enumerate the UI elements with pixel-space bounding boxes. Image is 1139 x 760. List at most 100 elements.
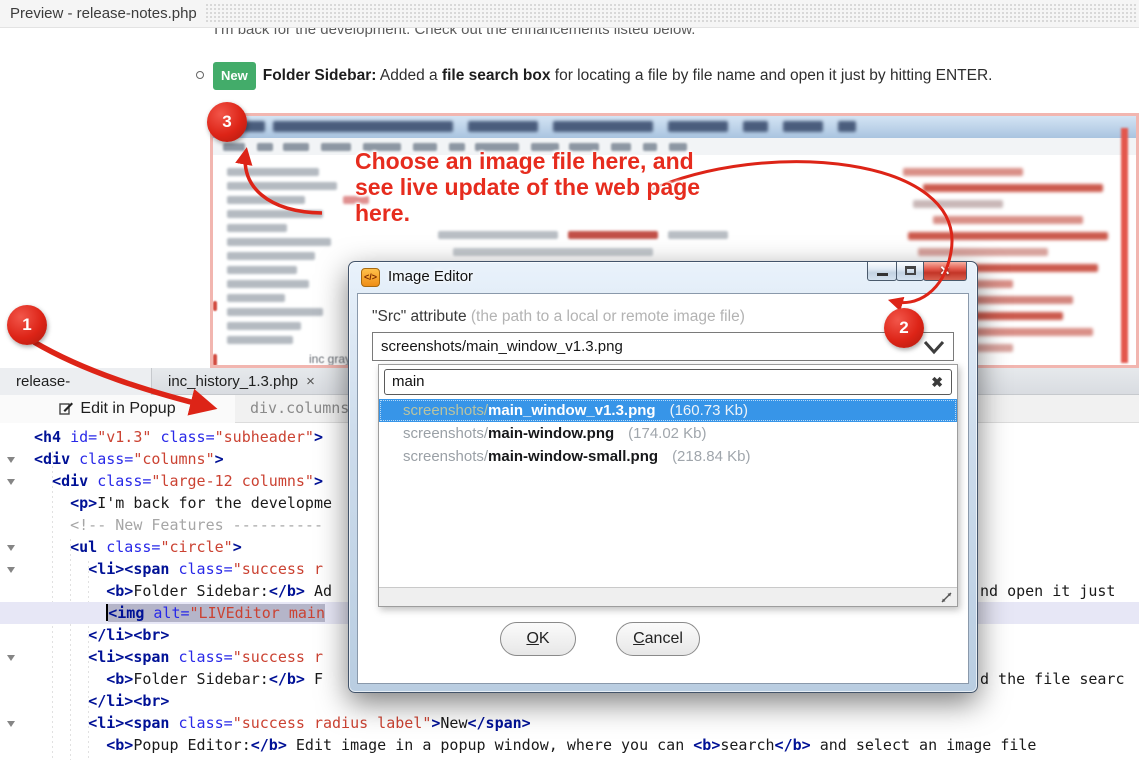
blur-chunk (273, 121, 453, 132)
blur-chunk (227, 294, 285, 302)
preview-intro-text: I'm back for the development. Check out … (214, 28, 696, 38)
fold-marker-icon[interactable] (7, 655, 15, 661)
fold-marker-icon[interactable] (7, 545, 15, 551)
gutter (0, 602, 30, 624)
blur-chunk (321, 143, 351, 151)
panel-resize-bar[interactable] (379, 587, 957, 606)
blur-chunk (908, 232, 1108, 240)
file-list-item[interactable]: screenshots/main_window_v1.3.png (160.73 … (379, 399, 957, 422)
minimize-button[interactable] (867, 262, 897, 281)
blur-chunk (225, 121, 265, 132)
feature-highlight: file search box (441, 67, 551, 84)
blur-chunk (227, 322, 301, 330)
resize-diagonal-icon (941, 592, 952, 603)
file-list: screenshots/main_window_v1.3.png (160.73 … (379, 399, 957, 587)
blur-chunk (933, 216, 1083, 224)
fold-marker-icon[interactable] (7, 567, 15, 573)
breadcrumb-item[interactable]: div.columns (250, 399, 349, 417)
list-bullet-icon (196, 71, 204, 79)
blur-chunk (363, 143, 401, 151)
blur-chunk (668, 121, 728, 132)
blur-chunk (227, 308, 323, 316)
minimize-icon (877, 273, 888, 276)
gutter (0, 624, 30, 646)
blur-chunk (227, 336, 293, 344)
src-combobox[interactable]: screenshots/main_window_v1.3.png (372, 332, 954, 361)
preview-window-titlebar: Preview - release-notes.php (0, 0, 1139, 28)
tab-release-notes[interactable]: release-notes.php (0, 368, 152, 417)
blur-chunk (213, 354, 217, 365)
blur-chunk (213, 301, 217, 311)
preview-window-title: Preview - release-notes.php (10, 5, 197, 22)
gutter (0, 558, 30, 580)
maximize-button[interactable] (896, 262, 924, 281)
blur-chunk (223, 143, 245, 151)
file-list-item[interactable]: screenshots/main-window.png (174.02 Kb) (379, 422, 957, 445)
blur-chunk (449, 143, 465, 151)
blur-chunk (568, 231, 658, 239)
app-icon: </> (361, 268, 380, 287)
blur-chunk (227, 238, 331, 246)
blur-chunk (227, 182, 337, 190)
blur-chunk (227, 196, 305, 204)
src-attribute-hint: (the path to a local or remote image fil… (466, 308, 745, 325)
blur-chunk (227, 252, 315, 260)
blur-chunk (227, 210, 323, 218)
ok-button[interactable]: OK (500, 622, 576, 656)
blur-chunk (227, 168, 319, 176)
blur-chunk (453, 248, 653, 256)
dialog-content: "Src" attribute (the path to a local or … (357, 293, 969, 684)
blur-chunk (468, 121, 538, 132)
file-search-input[interactable]: main ✖ (384, 369, 952, 395)
code-line-fragment: d the file searc (980, 670, 1125, 688)
tab-inc-history[interactable]: inc_history_1.3.php × (152, 368, 331, 395)
clear-search-icon[interactable]: ✖ (931, 370, 943, 394)
gutter (0, 514, 30, 536)
fold-marker-icon[interactable] (7, 721, 15, 727)
edit-in-popup-button[interactable]: Edit in Popup (0, 395, 235, 423)
gutter (0, 580, 30, 602)
blur-chunk (669, 143, 687, 151)
code-line[interactable]: <b>Popup Editor:</b> Edit image in a pop… (0, 734, 1139, 756)
close-button[interactable]: ✕ (923, 262, 967, 281)
blur-chunk (227, 266, 297, 274)
blur-chunk (783, 121, 823, 132)
fold-marker-icon[interactable] (7, 479, 15, 485)
blur-chunk (743, 121, 768, 132)
cancel-button[interactable]: Cancel (616, 622, 700, 656)
gutter (0, 426, 30, 448)
image-editor-dialog: </> Image Editor ✕ "Src" attribute (the … (348, 261, 978, 693)
blur-chunk (475, 143, 519, 151)
blur-chunk (611, 143, 631, 151)
gutter (0, 448, 30, 470)
dialog-title: Image Editor (388, 268, 474, 285)
code-line[interactable]: </li><br> (0, 690, 1139, 712)
gutter (0, 690, 30, 712)
blur-chunk (838, 121, 856, 132)
blur-chunk (918, 248, 1048, 256)
file-search-value: main (392, 373, 425, 390)
file-dropdown-panel: main ✖ screenshots/main_window_v1.3.png(… (378, 364, 958, 607)
blur-chunk (569, 143, 599, 151)
new-badge: New (213, 62, 256, 90)
blur-chunk (903, 168, 1023, 176)
blur-chunk (923, 184, 1103, 192)
tab-close-icon[interactable]: × (306, 373, 315, 390)
titlebar-drag-texture[interactable] (205, 3, 1137, 24)
code-line[interactable]: <li><span class="success radius label">N… (0, 712, 1139, 734)
blur-chunk (413, 143, 437, 151)
blur-chunk (643, 143, 657, 151)
preview-release-note-item: New Folder Sidebar: Added a file search b… (196, 62, 1108, 90)
file-list-item[interactable]: screenshots/main-window-small.png (218.84… (379, 445, 957, 468)
blur-chunk (531, 143, 559, 151)
blur-chunk (227, 280, 309, 288)
src-attribute-label: "Src" attribute (the path to a local or … (372, 308, 745, 325)
close-icon: ✕ (939, 263, 951, 278)
gutter (0, 734, 30, 756)
gutter (0, 668, 30, 690)
gutter (0, 492, 30, 514)
screenshot-red-strip (1121, 128, 1128, 363)
gutter (0, 646, 30, 668)
fold-marker-icon[interactable] (7, 457, 15, 463)
chevron-down-icon[interactable] (923, 337, 945, 357)
